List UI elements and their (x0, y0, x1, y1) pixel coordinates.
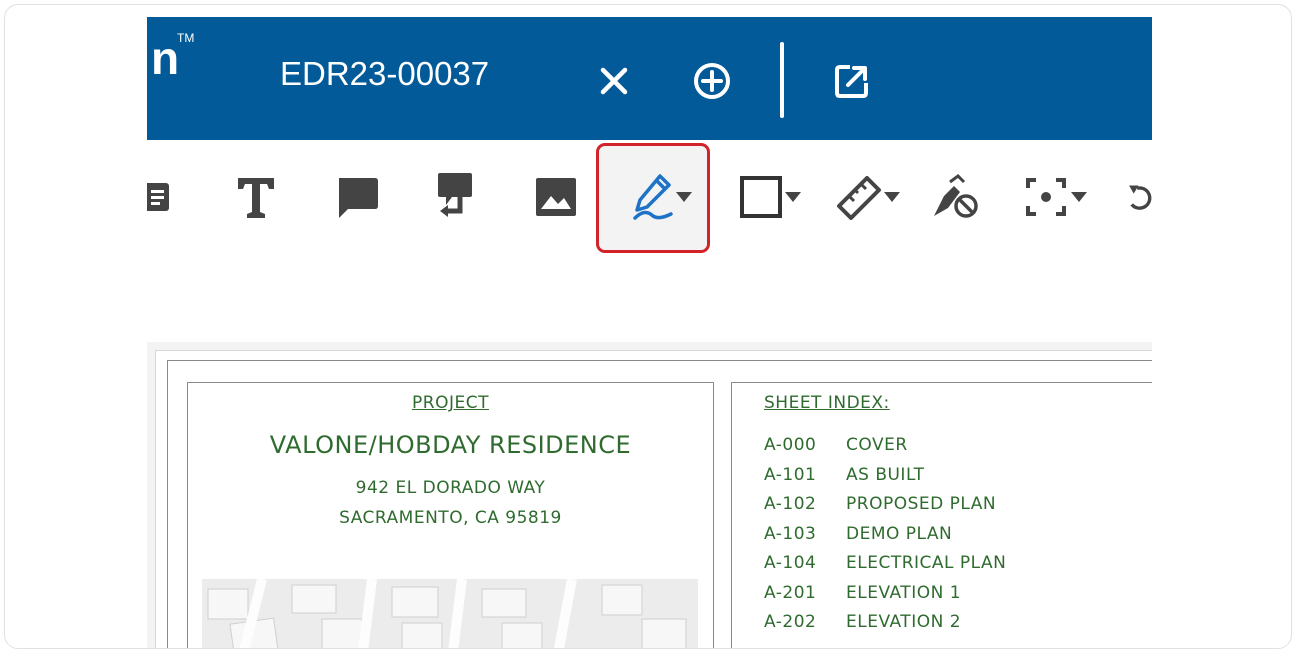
annotation-toolbar (147, 140, 1152, 253)
comment-icon (339, 178, 378, 218)
vicinity-map-drawing (202, 577, 698, 648)
eraser-icon (934, 174, 978, 218)
pen-tool-button[interactable] (622, 162, 702, 232)
sheet-name: COVER (846, 435, 908, 455)
project-address-line2: SACRAMENTO, CA 95819 (339, 508, 562, 528)
close-tab-button[interactable] (594, 61, 634, 101)
project-name: VALONE/HOBDAY RESIDENCE (269, 431, 632, 459)
sheet-name: ELEVATION 1 (846, 582, 962, 603)
external-link-icon (835, 65, 868, 98)
close-icon (600, 67, 628, 95)
sheet-row: A-102 PROPOSED PLAN (764, 494, 1006, 524)
document-tab-title[interactable]: EDR23-00037 (280, 57, 489, 90)
sheet-code: A-101 (764, 464, 817, 485)
callout-icon (438, 173, 472, 217)
sheet-index-panel: SHEET INDEX: A-000 COVER A-101 AS BUILT A-… (731, 382, 1152, 648)
chevron-down-icon (785, 192, 801, 202)
pen-icon (633, 174, 673, 220)
screenshot-frame: n TM EDR23-00037 PROJECT VALONE/HOBDAY R… (4, 4, 1292, 649)
chevron-down-icon (884, 192, 900, 202)
text-icon (238, 178, 274, 218)
sheet-row: A-000 COVER (764, 435, 1006, 465)
ruler-icon (837, 176, 881, 220)
sheet-code: A-104 (764, 553, 817, 573)
callout-tool-button[interactable] (431, 162, 479, 232)
vicinity-map (202, 577, 698, 648)
sheet-name: ELECTRICAL PLAN (846, 553, 1007, 573)
sheet-name: AS BUILT (846, 464, 925, 485)
sheet-code: A-202 (764, 612, 817, 632)
image-tool-button[interactable] (531, 162, 581, 232)
add-circle-icon (694, 63, 730, 99)
app-viewport: n TM EDR23-00037 PROJECT VALONE/HOBDAY R… (147, 17, 1152, 648)
sheet-name: DEMO PLAN (846, 523, 953, 544)
sheet-code: A-000 (764, 435, 817, 455)
chevron-down-icon (1071, 192, 1087, 202)
project-info-panel: PROJECT VALONE/HOBDAY RESIDENCE 942 EL D… (187, 382, 714, 648)
undo-tool-button[interactable] (1125, 162, 1152, 232)
sheet-name: ELEVATION 2 (846, 612, 962, 632)
add-tab-button[interactable] (690, 59, 734, 103)
logo: n (151, 32, 180, 84)
measure-tool-button[interactable] (827, 162, 907, 232)
comment-tool-button[interactable] (332, 162, 382, 232)
rectangle-tool-button[interactable] (730, 162, 810, 232)
sheet-row: A-202 ELEVATION 2 (764, 612, 1006, 642)
project-address-line1: 942 EL DORADO WAY (355, 478, 546, 498)
note-tool-button[interactable] (147, 162, 177, 232)
open-in-new-window-button[interactable] (830, 59, 874, 103)
rectangle-icon (740, 176, 782, 218)
eraser-tool-button[interactable] (929, 162, 983, 232)
sheet-code: A-201 (764, 582, 817, 603)
sheet-row: A-104 ELECTRICAL PLAN (764, 553, 1006, 583)
sheet-row: A-103 DEMO PLAN (764, 524, 1006, 554)
sheet-name: PROPOSED PLAN (846, 494, 997, 514)
project-label: PROJECT (412, 393, 489, 413)
text-tool-button[interactable] (231, 162, 281, 232)
undo-icon (1129, 185, 1152, 210)
capture-tool-button[interactable] (1015, 162, 1095, 232)
image-icon (536, 178, 576, 216)
sheet-index-title: SHEET INDEX: (764, 393, 890, 413)
app-header: n TM EDR23-00037 (147, 17, 1152, 140)
note-icon (147, 183, 169, 211)
chevron-down-icon (676, 192, 692, 202)
sheet-code: A-102 (764, 494, 817, 514)
sheet-index-list: A-000 COVER A-101 AS BUILT A-102 PROPOSED P… (764, 435, 1006, 642)
header-divider (780, 42, 784, 118)
document-canvas[interactable]: PROJECT VALONE/HOBDAY RESIDENCE 942 EL D… (147, 342, 1152, 648)
sheet-row: A-101 AS BUILT (764, 465, 1006, 495)
capture-icon (1026, 178, 1066, 216)
sheet-row: A-201 ELEVATION 1 (764, 583, 1006, 613)
logo-trademark: TM (177, 31, 195, 45)
sheet-code: A-103 (764, 523, 817, 544)
